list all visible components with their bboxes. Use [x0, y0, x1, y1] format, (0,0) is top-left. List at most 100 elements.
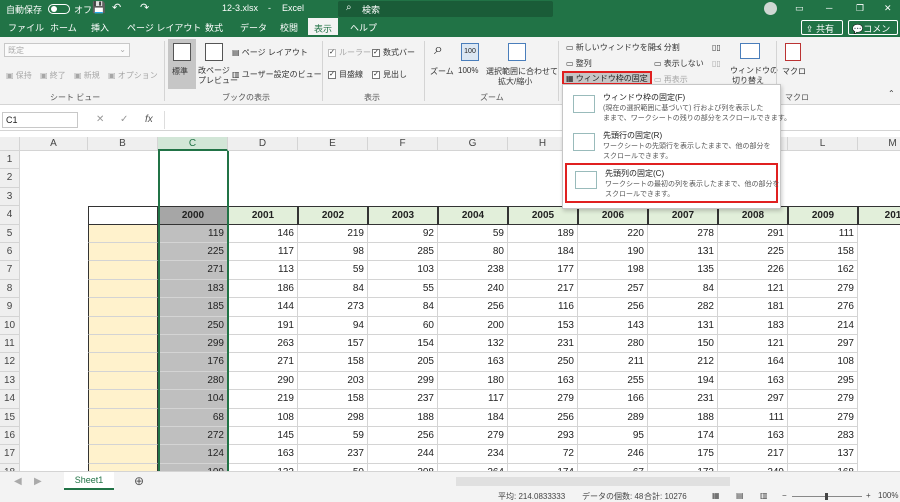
value-cell[interactable]: 217: [508, 279, 578, 299]
row-header[interactable]: 17: [0, 445, 20, 464]
select-all-corner[interactable]: [0, 137, 20, 151]
value-cell[interactable]: 214: [788, 316, 858, 335]
value-cell[interactable]: 183: [718, 316, 788, 335]
value-cell[interactable]: 191: [228, 316, 298, 335]
value-cell[interactable]: 184: [508, 243, 578, 262]
year-header[interactable]: 201: [858, 206, 900, 225]
scroll-right-icon[interactable]: ▶: [34, 476, 42, 487]
value-cell[interactable]: 264: [438, 463, 508, 471]
view-options-button[interactable]: ▣ オプション: [108, 70, 158, 81]
value-cell[interactable]: 154: [368, 335, 438, 354]
value-cell[interactable]: 84: [298, 279, 368, 299]
tab-data[interactable]: データ: [240, 21, 267, 34]
value-cell[interactable]: 183: [158, 279, 228, 299]
year-header[interactable]: 2003: [368, 206, 438, 225]
value-cell[interactable]: 158: [298, 390, 368, 409]
zoom-level[interactable]: 100%: [878, 491, 898, 500]
zoom-out-icon[interactable]: −: [782, 491, 787, 500]
value-cell[interactable]: 231: [508, 335, 578, 354]
normal-view-button[interactable]: 標準: [168, 39, 196, 89]
fx-icon[interactable]: fx: [145, 114, 153, 125]
view-side-icon[interactable]: ▯▯: [712, 43, 721, 52]
row-header[interactable]: 14: [0, 390, 20, 409]
value-cell[interactable]: 250: [158, 316, 228, 335]
value-cell[interactable]: 145: [228, 427, 298, 446]
zoom-slider-thumb[interactable]: [825, 493, 828, 500]
value-cell[interactable]: 238: [438, 261, 508, 280]
undo-icon[interactable]: ↶: [112, 1, 121, 14]
row-header[interactable]: 10: [0, 316, 20, 335]
zoom-100-button[interactable]: 100 100%: [458, 39, 484, 89]
value-cell[interactable]: 111: [788, 224, 858, 243]
row-header[interactable]: 16: [0, 427, 20, 446]
value-cell[interactable]: 166: [578, 390, 648, 409]
value-cell[interactable]: 176: [158, 353, 228, 372]
row-header[interactable]: 9: [0, 298, 20, 317]
value-cell[interactable]: 273: [298, 298, 368, 317]
prefecture-cell[interactable]: [88, 261, 158, 280]
freeze-panes-button[interactable]: ▦ ウィンドウ枠の固定 ⌄: [562, 71, 652, 93]
autosave-toggle[interactable]: [48, 4, 70, 14]
sheet-title[interactable]: [88, 169, 448, 187]
value-cell[interactable]: 189: [508, 224, 578, 243]
value-cell[interactable]: 256: [368, 427, 438, 446]
name-box[interactable]: C1: [2, 112, 78, 128]
value-cell[interactable]: 285: [368, 243, 438, 262]
value-cell[interactable]: 212: [648, 353, 718, 372]
maximize-icon[interactable]: ❐: [856, 3, 864, 14]
value-cell[interactable]: 186: [228, 279, 298, 299]
value-cell[interactable]: 67: [578, 463, 648, 471]
value-cell[interactable]: 119: [158, 224, 228, 243]
value-cell[interactable]: 237: [368, 390, 438, 409]
prefecture-cell[interactable]: [88, 335, 158, 354]
value-cell[interactable]: 157: [298, 335, 368, 354]
value-cell[interactable]: 84: [368, 298, 438, 317]
value-cell[interactable]: 290: [228, 371, 298, 391]
value-cell[interactable]: 246: [578, 445, 648, 464]
value-cell[interactable]: 150: [648, 335, 718, 354]
page-break-icon[interactable]: ▥: [760, 491, 768, 500]
value-cell[interactable]: 280: [158, 371, 228, 391]
table-corner-cell[interactable]: [88, 206, 158, 225]
value-cell[interactable]: 103: [368, 261, 438, 280]
value-cell[interactable]: 271: [158, 261, 228, 280]
value-cell[interactable]: 162: [788, 261, 858, 280]
zoom-selection-button[interactable]: 選択範囲に合わせて 拡大/縮小: [486, 39, 558, 89]
value-cell[interactable]: 279: [788, 390, 858, 409]
arrange-button[interactable]: ▭ 整列: [566, 58, 592, 69]
new-window-button[interactable]: ▭ 新しいウィンドウを開く: [566, 42, 664, 53]
value-cell[interactable]: 50: [298, 463, 368, 471]
avatar[interactable]: [764, 2, 777, 15]
row-header[interactable]: 15: [0, 408, 20, 427]
value-cell[interactable]: 295: [788, 371, 858, 391]
prefecture-cell[interactable]: [88, 463, 158, 471]
value-cell[interactable]: 279: [788, 279, 858, 299]
value-cell[interactable]: 299: [158, 335, 228, 354]
tab-home[interactable]: ホーム: [50, 21, 77, 34]
value-cell[interactable]: 174: [648, 427, 718, 446]
value-cell[interactable]: 153: [508, 316, 578, 335]
tab-insert[interactable]: 挿入: [91, 21, 109, 34]
value-cell[interactable]: 203: [298, 371, 368, 391]
value-cell[interactable]: 225: [158, 243, 228, 262]
ribbon-options-icon[interactable]: ▭: [795, 3, 804, 14]
value-cell[interactable]: 291: [718, 224, 788, 243]
value-cell[interactable]: 299: [368, 371, 438, 391]
prefecture-cell[interactable]: [88, 371, 158, 391]
year-header[interactable]: 2004: [438, 206, 508, 225]
value-cell[interactable]: 279: [438, 427, 508, 446]
value-cell[interactable]: 289: [578, 408, 648, 427]
value-cell[interactable]: 113: [228, 261, 298, 280]
sheetview-select[interactable]: 既定 ⌄: [4, 43, 130, 57]
share-button[interactable]: ⇪ 共有: [801, 20, 843, 35]
close-icon[interactable]: ✕: [884, 3, 892, 14]
value-cell[interactable]: 132: [228, 463, 298, 471]
horizontal-scrollbar[interactable]: [456, 477, 730, 486]
value-cell[interactable]: 293: [508, 427, 578, 446]
value-cell[interactable]: 181: [718, 298, 788, 317]
value-cell[interactable]: 276: [788, 298, 858, 317]
prefecture-cell[interactable]: [88, 353, 158, 372]
value-cell[interactable]: 297: [718, 390, 788, 409]
value-cell[interactable]: 68: [158, 408, 228, 427]
row-header[interactable]: 3: [0, 187, 20, 207]
